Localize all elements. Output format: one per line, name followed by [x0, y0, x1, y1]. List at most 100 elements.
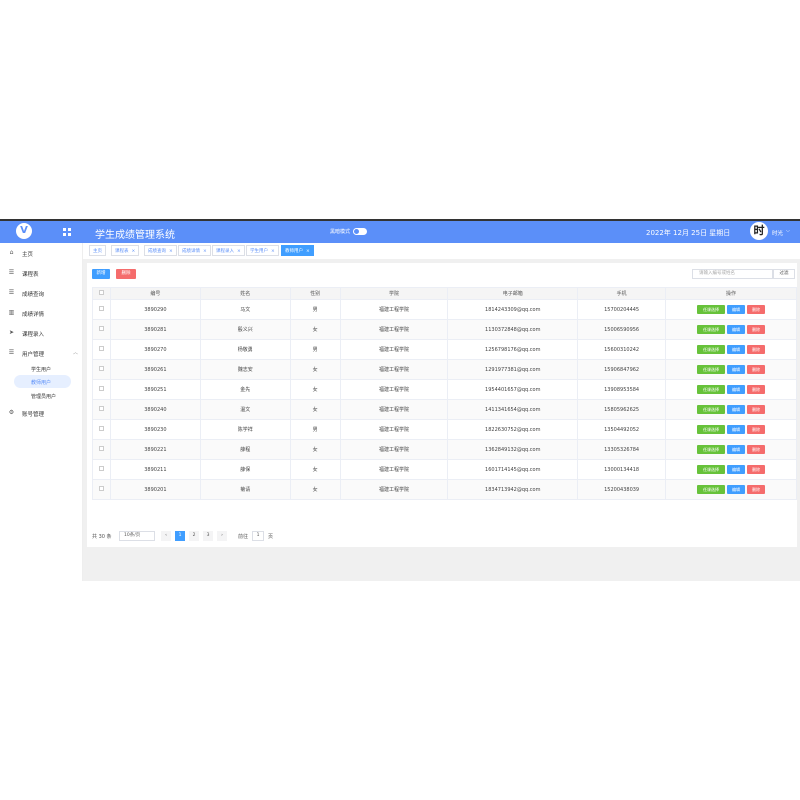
table-cell: 福建工程学院: [339, 399, 449, 420]
row-checkbox[interactable]: [92, 359, 111, 380]
assign-course-button[interactable]: 任课选择: [697, 465, 726, 474]
sidebar-item-schedule[interactable]: ☰ 课程表: [0, 266, 83, 280]
sidebar-item-teacher-users[interactable]: 教师用户: [14, 375, 71, 388]
delete-row-button[interactable]: 删除: [747, 465, 766, 474]
edit-button[interactable]: 编辑: [727, 465, 746, 474]
tab-course-entry[interactable]: 课程录入 ×: [212, 245, 245, 256]
dark-mode-toggle[interactable]: [353, 228, 367, 235]
search-input[interactable]: 请输入编号或姓名: [692, 269, 773, 279]
edit-button[interactable]: 编辑: [727, 405, 746, 414]
row-actions: 任课选择 编辑 删除: [665, 379, 797, 400]
username[interactable]: 时光: [772, 229, 783, 237]
table-cell: 15906847962: [577, 359, 667, 380]
page-2-button[interactable]: 2: [189, 531, 199, 541]
tab-schedule[interactable]: 课程表 ×: [111, 245, 140, 256]
row-checkbox[interactable]: [92, 299, 111, 320]
table-cell: 13000134418: [577, 459, 667, 480]
delete-button[interactable]: 删除: [116, 269, 136, 279]
assign-course-button[interactable]: 任课选择: [697, 325, 726, 334]
sidebar-item-label: 账号管理: [22, 412, 45, 418]
edit-button[interactable]: 编辑: [727, 425, 746, 434]
close-icon[interactable]: ×: [306, 249, 310, 254]
table-row: 3890290 马文男福建工程学院 1814243309@qq.com 1570020…: [92, 299, 797, 320]
sidebar-item-admin-users[interactable]: 管理员用户: [14, 389, 71, 402]
filter-button[interactable]: 过滤: [773, 269, 795, 279]
close-icon[interactable]: ×: [132, 249, 136, 254]
sidebar-item-grade-query[interactable]: ☰ 成绩查询: [0, 286, 83, 300]
edit-button[interactable]: 编辑: [727, 305, 746, 314]
add-button[interactable]: 新增: [92, 269, 110, 279]
edit-button[interactable]: 编辑: [727, 365, 746, 374]
avatar[interactable]: 时: [750, 222, 768, 240]
assign-course-button[interactable]: 任课选择: [697, 405, 726, 414]
assign-course-button[interactable]: 任课选择: [697, 385, 726, 394]
delete-row-button[interactable]: 删除: [747, 305, 766, 314]
table-cell: 1954401657@qq.com: [447, 379, 579, 400]
assign-course-button[interactable]: 任课选择: [697, 425, 726, 434]
sidebar: ⌂ 主页 ☰ 课程表 ☰ 成绩查询 ▥ 成绩详情 ➤ 课程录入 ☰ 用户管理 ︿…: [0, 243, 83, 581]
tab-student-users[interactable]: 学生用户 ×: [246, 245, 279, 256]
delete-row-button[interactable]: 删除: [747, 485, 766, 494]
assign-course-button[interactable]: 任课选择: [697, 365, 726, 374]
goto-page-input[interactable]: 1: [252, 531, 264, 541]
page-3-button[interactable]: 3: [203, 531, 213, 541]
table-row: 3890270 杨敬勇男福建工程学院 1256798176@qq.com 156003…: [92, 339, 797, 360]
close-icon[interactable]: ×: [271, 249, 275, 254]
assign-course-button[interactable]: 任课选择: [697, 445, 726, 454]
row-actions: 任课选择 编辑 删除: [665, 399, 797, 420]
row-checkbox[interactable]: [92, 319, 111, 340]
table-cell: 福建工程学院: [339, 359, 449, 380]
row-checkbox[interactable]: [92, 419, 111, 440]
row-checkbox[interactable]: [92, 479, 111, 500]
delete-row-button[interactable]: 删除: [747, 365, 766, 374]
row-checkbox[interactable]: [92, 399, 111, 420]
delete-row-button[interactable]: 删除: [747, 445, 766, 454]
row-checkbox[interactable]: [92, 379, 111, 400]
grid-menu-icon[interactable]: [63, 228, 71, 236]
delete-row-button[interactable]: 删除: [747, 345, 766, 354]
chevron-down-icon[interactable]: ⌵: [786, 228, 790, 234]
user-table: 编号 姓名 性别 学院 电子邮箱 手机 操作 3890290 马文男福建工程学院 1…: [92, 287, 797, 500]
page-1-button[interactable]: 1: [175, 531, 185, 541]
assign-course-button[interactable]: 任课选择: [697, 305, 726, 314]
row-checkbox[interactable]: [92, 439, 111, 460]
row-actions: 任课选择 编辑 删除: [665, 319, 797, 340]
delete-row-button[interactable]: 删除: [747, 405, 766, 414]
table-cell: 3890261: [109, 359, 201, 380]
tab-grade-query[interactable]: 成绩查询 ×: [144, 245, 177, 256]
sidebar-item-home[interactable]: ⌂ 主页: [0, 246, 83, 260]
edit-button[interactable]: 编辑: [727, 485, 746, 494]
select-all-checkbox[interactable]: [92, 287, 111, 300]
tab-home[interactable]: 主页: [89, 245, 106, 256]
close-icon[interactable]: ×: [203, 249, 207, 254]
sidebar-item-student-users[interactable]: 学生用户: [14, 362, 71, 375]
table-cell: 福建工程学院: [339, 339, 449, 360]
edit-button[interactable]: 编辑: [727, 385, 746, 394]
assign-course-button[interactable]: 任课选择: [697, 485, 726, 494]
sidebar-item-grade-detail[interactable]: ▥ 成绩详情: [0, 306, 83, 320]
assign-course-button[interactable]: 任课选择: [697, 345, 726, 354]
chevron-up-icon: ︿: [73, 350, 79, 356]
next-page-button[interactable]: ›: [217, 531, 227, 541]
delete-row-button[interactable]: 删除: [747, 385, 766, 394]
page-size-select[interactable]: 10条/页: [119, 531, 155, 541]
close-icon[interactable]: ×: [169, 249, 173, 254]
delete-row-button[interactable]: 删除: [747, 425, 766, 434]
row-checkbox[interactable]: [92, 339, 111, 360]
row-checkbox[interactable]: [92, 459, 111, 480]
sidebar-item-course-entry[interactable]: ➤ 课程录入: [0, 326, 83, 340]
tab-teacher-users[interactable]: 教师用户 ×: [281, 245, 314, 256]
sidebar-item-account-management[interactable]: ⚙ 账号管理: [0, 406, 83, 420]
top-bar: V 学生成绩管理系统 黑暗模式 2022年 12月 25日 星期日 时 时光 ⌵: [0, 219, 800, 243]
close-icon[interactable]: ×: [237, 249, 241, 254]
sidebar-item-user-management[interactable]: ☰ 用户管理 ︿: [0, 346, 83, 360]
tab-grade-detail[interactable]: 成绩详情 ×: [178, 245, 211, 256]
edit-button[interactable]: 编辑: [727, 325, 746, 334]
gear-icon: ⚙: [8, 409, 15, 416]
prev-page-button[interactable]: ‹: [161, 531, 171, 541]
delete-row-button[interactable]: 删除: [747, 325, 766, 334]
edit-button[interactable]: 编辑: [727, 445, 746, 454]
table-cell: 殷义兴: [199, 319, 291, 340]
edit-button[interactable]: 编辑: [727, 345, 746, 354]
table-cell: 1601714145@qq.com: [447, 459, 579, 480]
